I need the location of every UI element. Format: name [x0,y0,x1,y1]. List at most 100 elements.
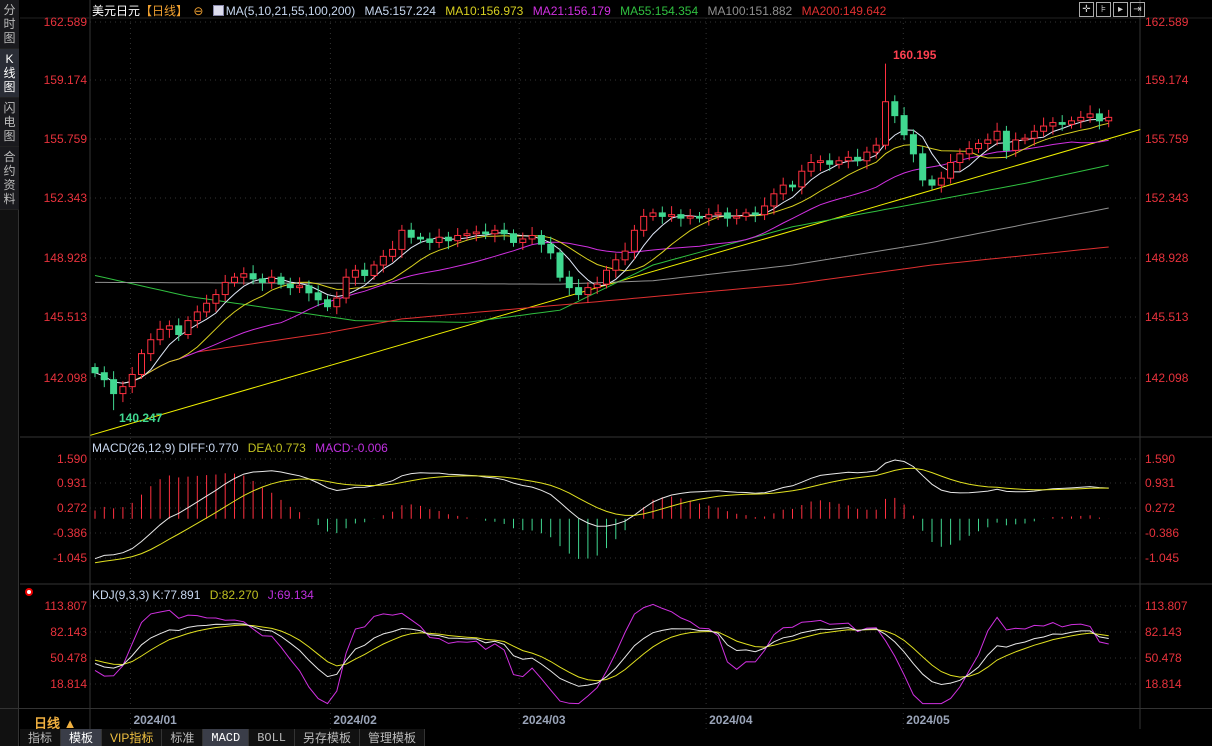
candle [826,160,834,165]
candle [807,162,815,172]
candle [668,214,676,217]
period-tag: 【日线】 [140,4,189,18]
candle [1086,113,1094,118]
ma-label: MA(5,10,21,55,100,200) [225,4,356,18]
play-forward-icon[interactable]: ▸ [1113,2,1128,17]
zoom-fit-icon[interactable]: ⊧ [1096,2,1111,17]
candle [212,294,220,304]
candle [147,339,155,355]
candle [528,234,536,240]
candle [119,386,127,395]
candle [733,215,741,219]
tab-standard[interactable]: 标准 [162,729,204,746]
candle [993,130,1001,141]
price-axis-label-left: 155.759 [43,132,87,146]
price-axis-label-left: 152.343 [43,191,87,205]
candle [937,177,945,186]
tab-vip-indicator[interactable]: VIP指标 [102,729,163,746]
candle [268,276,276,283]
candle [240,273,248,278]
candle [928,179,936,186]
move-right-icon[interactable]: ⇥ [1130,2,1145,17]
candle [221,281,229,296]
candle [714,212,722,216]
candle [556,252,564,278]
indicator-icon[interactable] [212,5,224,16]
candle [342,276,350,299]
candle [798,170,806,188]
macd-axis-label-right: -1.045 [1145,551,1180,565]
candle [900,115,908,136]
candle [844,156,852,162]
tab-macd[interactable]: MACD [203,729,250,746]
candle [677,214,685,219]
kdj-j: J:69.134 [267,588,314,602]
macd-header: MACD(26,12,9) DIFF:0.770 DEA:0.773 MACD:-… [92,441,394,455]
tab-boll[interactable]: BOLL [249,729,296,746]
candle [417,236,424,240]
candle [444,236,452,242]
candle [984,139,992,144]
ma55-line [94,164,1109,323]
candle [249,273,257,280]
candle [854,156,862,162]
candle [361,269,369,276]
candle [463,233,471,236]
candle [324,299,331,308]
tab-template[interactable]: 模板 [61,729,103,746]
candle [975,142,982,150]
chart-canvas[interactable] [0,0,1212,746]
ma55-value: MA55:154.354 [620,4,699,18]
candle [919,153,927,181]
candle [640,215,648,231]
candle [565,276,573,289]
candle [519,238,527,243]
symbol-title: 美元日元 [92,4,141,18]
price-axis-label-left: 159.174 [43,73,87,87]
macd-axis-label-left: 0.272 [56,501,87,515]
price-axis-label-left: 142.098 [43,371,87,385]
candle [593,283,601,289]
candle [1049,122,1057,127]
price-axis-label-left: 148.928 [43,251,87,265]
candle [1021,137,1029,141]
macd-axis-label-right: 0.272 [1145,501,1176,515]
ma10-value: MA10:156.973 [445,4,524,18]
price-axis-label-right: 152.343 [1145,191,1189,205]
tab-save-template[interactable]: 另存模板 [295,729,361,746]
candle [686,215,694,219]
tab-manage-template[interactable]: 管理模板 [360,729,426,746]
candle [138,353,145,375]
kdj-label: KDJ(9,3,3) [92,588,150,602]
candle [165,325,173,330]
macd-dea: DEA:0.773 [247,441,306,455]
date-axis: 日线 ▲ 2024/01 2024/02 2024/03 2024/04 2024/05 [0,708,1212,731]
candle [816,160,824,164]
candle [100,372,108,381]
candle [658,212,666,217]
candle [193,311,201,322]
candle [128,373,136,388]
candle [110,379,118,395]
macd-axis-label-right: -0.386 [1145,526,1180,540]
candle [231,276,238,283]
kdj-header: KDJ(9,3,3) K:77.891 D:82.270 J:69.134 [92,588,320,602]
candle [891,101,899,117]
candle [1030,130,1038,139]
date-tick-label: 2024/05 [906,713,950,727]
candle [296,285,304,289]
candle [379,255,387,266]
high-annotation: 160.195 [893,48,937,62]
candle [91,367,99,374]
crosshair-icon[interactable]: ✛ [1079,2,1094,17]
settings-icon[interactable]: ⊖ [193,4,203,18]
price-axis-label-right: 148.928 [1145,251,1189,265]
candle [1105,116,1113,122]
candle [175,325,183,336]
candle [872,144,880,153]
candle [965,148,973,155]
candle [1068,120,1075,125]
record-indicator-icon[interactable] [25,588,33,596]
tab-indicator[interactable]: 指标 [20,729,62,746]
ma100-line [95,207,1109,285]
